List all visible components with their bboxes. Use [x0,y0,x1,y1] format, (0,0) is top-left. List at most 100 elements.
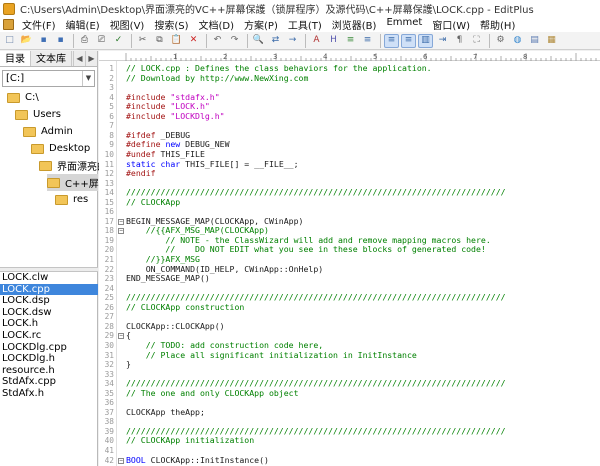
directory-icon[interactable]: ▦ [544,34,559,48]
file-item[interactable]: LOCK.cpp [0,283,98,296]
code-token: } [126,359,131,370]
code-token: { [126,330,131,341]
code-token: #ifdef [126,129,161,140]
fold-toggle-icon[interactable]: − [118,333,124,340]
tree-item[interactable]: Desktop [31,140,98,157]
code-line: 42− BOOL CLOCKApp::InitInstance() [99,455,600,466]
toolbar-separator [206,33,207,48]
fold-toggle-icon[interactable]: − [118,218,124,225]
spell-check-icon[interactable]: ✓ [111,34,126,48]
file-item[interactable]: LOCK.dsw [0,307,98,319]
menu-item[interactable]: 方案(P) [239,17,283,32]
code-token: // Place all significant initialization … [126,349,417,360]
tab-cliptext[interactable]: 文本库 [31,51,72,66]
tree-item[interactable]: Admin [23,123,98,140]
file-item[interactable]: resource.h [0,365,98,377]
find-icon[interactable]: 🔍 [251,34,266,48]
code-token: THIS_FILE [160,148,205,159]
ruler-label: 4 [323,53,328,61]
file-item[interactable]: StdAfx.h [0,388,98,400]
copy-icon[interactable]: ⧉ [152,34,167,48]
hex-icon[interactable]: H [326,34,341,48]
file-item[interactable]: LOCK.rc [0,330,98,342]
print-icon[interactable]: ⎙ [77,34,92,48]
cliptext-icon[interactable]: ▤ [527,34,542,48]
fold-toggle-icon[interactable]: − [118,228,124,235]
font-icon[interactable]: A [309,34,324,48]
sidebar-tab-nav: ◀ ▶ [73,51,97,66]
code-token: BOOL [126,454,151,465]
menu-item[interactable]: 浏览器(B) [327,17,382,32]
tree-item[interactable]: C++屏幕保護 [47,174,129,191]
file-item[interactable]: LOCK.h [0,318,98,330]
tree-item-label: C:\ [25,92,39,103]
menu-item[interactable]: Emmet [381,17,427,32]
ruler-label: 2 [223,53,227,61]
document-menu-icon[interactable] [3,19,14,30]
print-preview-icon[interactable]: ⎚ [94,34,109,48]
tree-item[interactable]: Users [15,106,98,123]
open-icon[interactable]: 📂 [19,34,34,48]
browser-icon[interactable]: ◍ [510,34,525,48]
line-numbers-icon[interactable]: ≡ [401,33,416,48]
delete-icon[interactable]: ✕ [186,34,201,48]
menu-item[interactable]: 搜索(S) [149,17,193,32]
new-file-icon[interactable]: □ [2,34,17,48]
replace-icon[interactable]: ⇄ [268,34,283,48]
code-token: CLOCKApp::InitInstance() [150,454,269,465]
fold-toggle-icon[interactable]: − [118,457,124,464]
code-token: ////////////////////////////////////////… [126,292,506,303]
toolbar-separator [380,33,381,48]
goto-icon[interactable]: → [285,34,300,48]
code-editor[interactable]: 1// LOCK.cpp : Defines the class behavio… [99,61,600,466]
tab-directory[interactable]: 目录 [0,51,31,66]
code-token: #include [126,91,171,102]
save-all-icon[interactable]: ▪ [53,34,68,48]
color-icon[interactable]: ≡ [343,34,358,48]
code-token: // Download by http://www.NewXing.com [126,72,309,83]
tree-item[interactable]: C:\ [7,89,98,106]
tree-item[interactable]: 界面漂亮的VC+ [39,157,129,174]
menu-item[interactable]: 视图(V) [105,17,150,32]
file-item[interactable]: StdAfx.cpp [0,376,98,388]
cut-icon[interactable]: ✂ [135,34,150,48]
code-token: ////////////////////////////////////////… [126,425,506,436]
menu-item[interactable]: 编辑(E) [61,17,105,32]
menu-item[interactable]: 文档(D) [194,17,240,32]
undo-icon[interactable]: ↶ [210,34,225,48]
chevron-down-icon[interactable]: ▼ [82,71,94,86]
file-item[interactable]: LOCK.dsp [0,295,98,307]
menu-item[interactable]: 帮助(H) [475,17,520,32]
paste-icon[interactable]: 📋 [169,34,184,48]
indent-icon[interactable]: ⇥ [435,34,450,48]
folder-icon [39,160,52,171]
fullscreen-icon[interactable]: ⛶ [469,34,484,48]
file-item[interactable]: LOCK.clw [0,272,98,284]
window-title: C:\Users\Admin\Desktop\界面漂亮的VC++屏幕保護（锁屏程… [20,5,534,16]
code-token: THIS_FILE[] = __FILE__; [185,158,299,169]
toolbar-separator [489,33,490,48]
chevron-right-icon[interactable]: ▶ [85,51,97,66]
column-select-icon[interactable]: ▥ [418,33,433,48]
word-wrap-icon[interactable]: ≡ [360,34,375,48]
directory-tree: C:\ Users Admin Desktop 界面漂亮的VC+ C++屏幕保護 res [0,89,129,271]
ruler-icon[interactable]: ≡ [384,33,399,48]
menu-item[interactable]: 文件(F) [17,17,61,32]
drive-select[interactable]: [C:] ▼ [2,70,95,87]
code-token: DEBUG_NEW [185,139,230,150]
tree-item[interactable]: res [55,191,98,208]
whitespace-icon[interactable]: ¶ [452,34,467,48]
menu-item[interactable]: 窗口(W) [427,17,475,32]
line-number: 42 [104,455,114,465]
code-token: BEGIN_MESSAGE_MAP(CLOCKApp, CWinApp) [126,215,304,226]
chevron-left-icon[interactable]: ◀ [73,51,85,66]
redo-icon[interactable]: ↷ [227,34,242,48]
code-token: ////////////////////////////////////////… [126,187,506,198]
file-item[interactable]: LOCKDlg.cpp [0,342,98,354]
file-item[interactable]: LOCKDlg.h [0,353,98,365]
menu-item[interactable]: 工具(T) [283,17,327,32]
folder-icon [15,109,28,120]
settings-icon[interactable]: ⚙ [493,34,508,48]
save-icon[interactable]: ▪ [36,34,51,48]
ruler-label: 7 [473,53,477,61]
